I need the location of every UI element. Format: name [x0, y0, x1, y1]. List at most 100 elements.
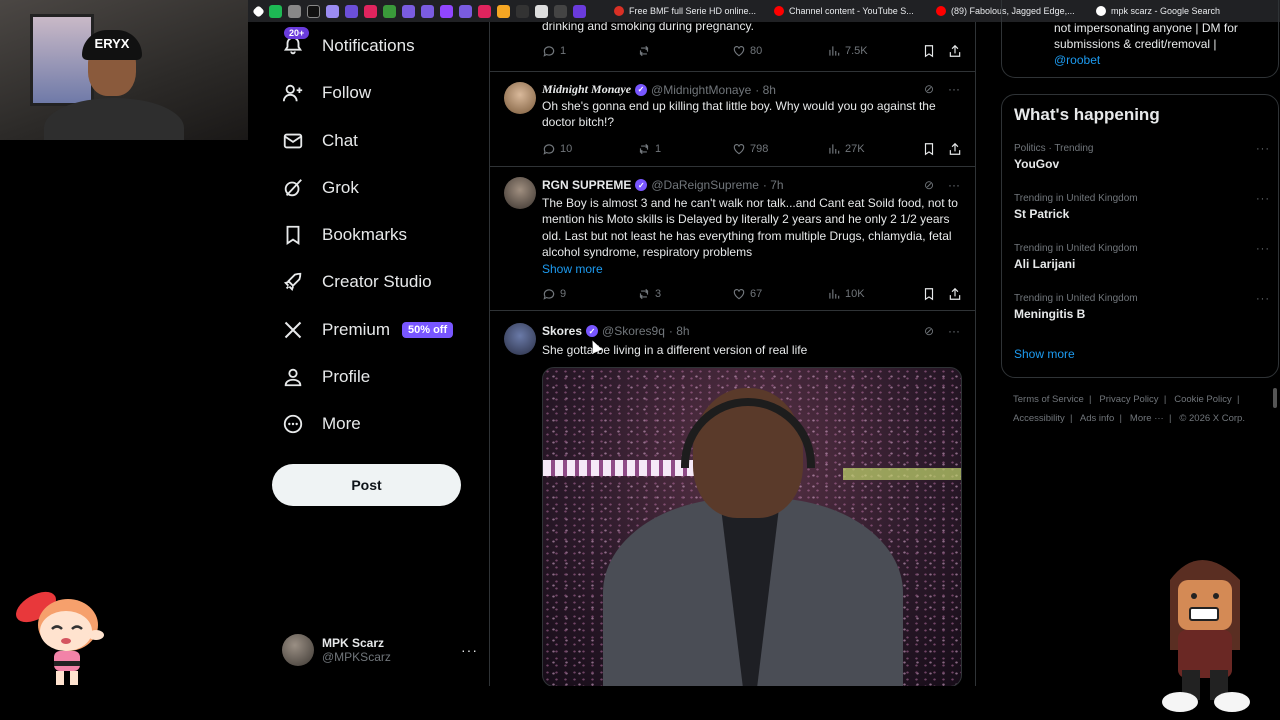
repost-button[interactable]	[637, 44, 732, 58]
trend-item[interactable]: Politics · Trending YouGov ···	[1014, 143, 1270, 171]
tweet-media-image[interactable]	[542, 367, 962, 686]
terms-link[interactable]: Terms of Service	[1013, 394, 1084, 405]
show-more-link[interactable]: Show more	[542, 261, 962, 277]
extension-icon[interactable]	[554, 4, 567, 18]
grok-explain-icon[interactable]: ⊘	[924, 324, 934, 338]
like-button[interactable]: 67	[732, 287, 827, 301]
extension-icon[interactable]	[535, 4, 548, 18]
twitch-icon[interactable]	[440, 4, 453, 18]
accessibility-link[interactable]: Accessibility	[1013, 413, 1065, 424]
more-link[interactable]: More ···	[1130, 413, 1164, 424]
tweet[interactable]: drinking and smoking during pregnancy. 1…	[490, 22, 975, 72]
extension-icon[interactable]	[421, 4, 434, 18]
more-dots-icon[interactable]: ···	[461, 642, 478, 658]
more-dots-icon[interactable]: ···	[948, 82, 960, 96]
cookie-link[interactable]: Cookie Policy	[1174, 394, 1232, 405]
sidebar-item-chat[interactable]: Chat	[280, 123, 358, 159]
trend-item[interactable]: Trending in United Kingdom Ali Larijani …	[1014, 243, 1270, 271]
bookmark-button[interactable]	[922, 44, 936, 58]
post-button[interactable]: Post	[272, 464, 461, 506]
more-dots-icon[interactable]: ···	[1256, 143, 1270, 155]
more-dots-icon[interactable]: ···	[1256, 293, 1270, 305]
author-handle[interactable]: @Skores9q	[602, 324, 665, 338]
views-button[interactable]: 27K	[827, 142, 922, 156]
like-button[interactable]: 80	[732, 44, 827, 58]
extension-icon[interactable]	[516, 4, 529, 18]
more-dots-icon[interactable]: ···	[1256, 193, 1270, 205]
sidebar-item-profile[interactable]: Profile	[280, 359, 370, 395]
repost-button[interactable]: 3	[637, 287, 732, 301]
extension-icon[interactable]	[402, 4, 415, 18]
ads-info-link[interactable]: Ads info	[1080, 413, 1114, 424]
extension-icon[interactable]	[288, 4, 301, 18]
tweet-time[interactable]: · 8h	[669, 324, 690, 338]
share-button[interactable]	[948, 287, 962, 301]
scrollbar-thumb[interactable]	[1273, 388, 1277, 408]
beanie: ERYX	[82, 30, 142, 60]
tab-title: Channel content - YouTube S...	[789, 6, 914, 16]
tweet-header: Midnight Monaye ✓ @MidnightMonaye · 8h	[542, 82, 776, 97]
more-dots-icon[interactable]: ···	[948, 178, 960, 192]
like-button[interactable]: 798	[732, 142, 827, 156]
browser-tab[interactable]: Free BMF full Serie HD online...	[606, 0, 766, 22]
author-name[interactable]: Skores	[542, 324, 582, 338]
sidebar-item-creator-studio[interactable]: Creator Studio	[280, 264, 432, 300]
extension-icon[interactable]	[497, 4, 510, 18]
extension-icon[interactable]	[478, 4, 491, 18]
grok-explain-icon[interactable]: ⊘	[924, 178, 934, 192]
grok-explain-icon[interactable]: ⊘	[924, 82, 934, 96]
avatar[interactable]	[504, 323, 536, 355]
tweet-time[interactable]: · 7h	[763, 178, 784, 192]
tiktok-icon[interactable]	[307, 4, 320, 18]
repost-button[interactable]: 1	[637, 142, 732, 156]
avatar[interactable]	[504, 82, 536, 114]
bio-link[interactable]: @roobet	[1054, 53, 1100, 67]
trend-context: Trending in United Kingdom	[1014, 243, 1138, 254]
sidebar-item-bookmarks[interactable]: Bookmarks	[280, 217, 407, 253]
share-button[interactable]	[948, 44, 962, 58]
sidebar-item-premium[interactable]: Premium 50% off	[280, 312, 454, 348]
trend-item[interactable]: Trending in United Kingdom St Patrick ··…	[1014, 193, 1270, 221]
privacy-link[interactable]: Privacy Policy	[1099, 394, 1158, 405]
tweet-time[interactable]: · 8h	[755, 83, 776, 97]
trend-name: YouGov	[1014, 157, 1060, 171]
reply-button[interactable]: 9	[542, 287, 637, 301]
views-button[interactable]: 7.5K	[827, 44, 922, 58]
reply-button[interactable]: 10	[542, 142, 637, 156]
author-handle[interactable]: @DaReignSupreme	[651, 178, 759, 192]
share-button[interactable]	[948, 142, 962, 156]
author-name[interactable]: RGN SUPREME	[542, 178, 631, 192]
show-more-link[interactable]: Show more	[1014, 347, 1075, 361]
extension-icon[interactable]	[252, 4, 265, 18]
extension-icon[interactable]	[459, 4, 472, 18]
extension-icon[interactable]	[269, 4, 282, 18]
repost-count: 3	[655, 288, 662, 300]
browser-tab[interactable]: Channel content - YouTube S...	[766, 0, 928, 22]
avatar[interactable]	[504, 177, 536, 209]
verified-badge-icon: ✓	[635, 83, 648, 96]
sidebar-item-grok[interactable]: Grok	[280, 170, 359, 206]
tweet[interactable]: Skores ✓ @Skores9q · 8h ⊘ ··· She gotta …	[490, 311, 975, 686]
more-dots-icon[interactable]: ···	[1256, 243, 1270, 255]
more-dots-icon[interactable]: ···	[948, 324, 960, 338]
trend-item[interactable]: Trending in United Kingdom Meningitis B …	[1014, 293, 1270, 321]
views-button[interactable]: 10K	[827, 287, 922, 301]
extension-icon[interactable]	[326, 4, 339, 18]
sidebar-item-notifications[interactable]: 20+ Notifications	[280, 27, 415, 64]
extension-icon[interactable]	[345, 4, 358, 18]
sidebar-item-follow[interactable]: Follow	[280, 75, 371, 111]
extension-icon[interactable]	[364, 4, 377, 18]
cartoon-sticker	[16, 591, 104, 685]
sidebar-item-more[interactable]: More	[280, 406, 361, 442]
author-name[interactable]: Midnight Monaye	[542, 82, 631, 97]
tweet[interactable]: Midnight Monaye ✓ @MidnightMonaye · 8h ⊘…	[490, 72, 975, 167]
account-switcher[interactable]: MPK Scarz @MPKScarz ···	[282, 630, 478, 670]
extension-icon[interactable]	[383, 4, 396, 18]
extension-icon[interactable]	[573, 4, 586, 18]
bookmark-button[interactable]	[922, 287, 936, 301]
reply-button[interactable]: 1	[542, 44, 637, 58]
tweet[interactable]: RGN SUPREME ✓ @DaReignSupreme · 7h ⊘ ···…	[490, 167, 975, 311]
bookmark-button[interactable]	[922, 142, 936, 156]
author-handle[interactable]: @MidnightMonaye	[651, 83, 751, 97]
person-icon	[280, 364, 306, 390]
